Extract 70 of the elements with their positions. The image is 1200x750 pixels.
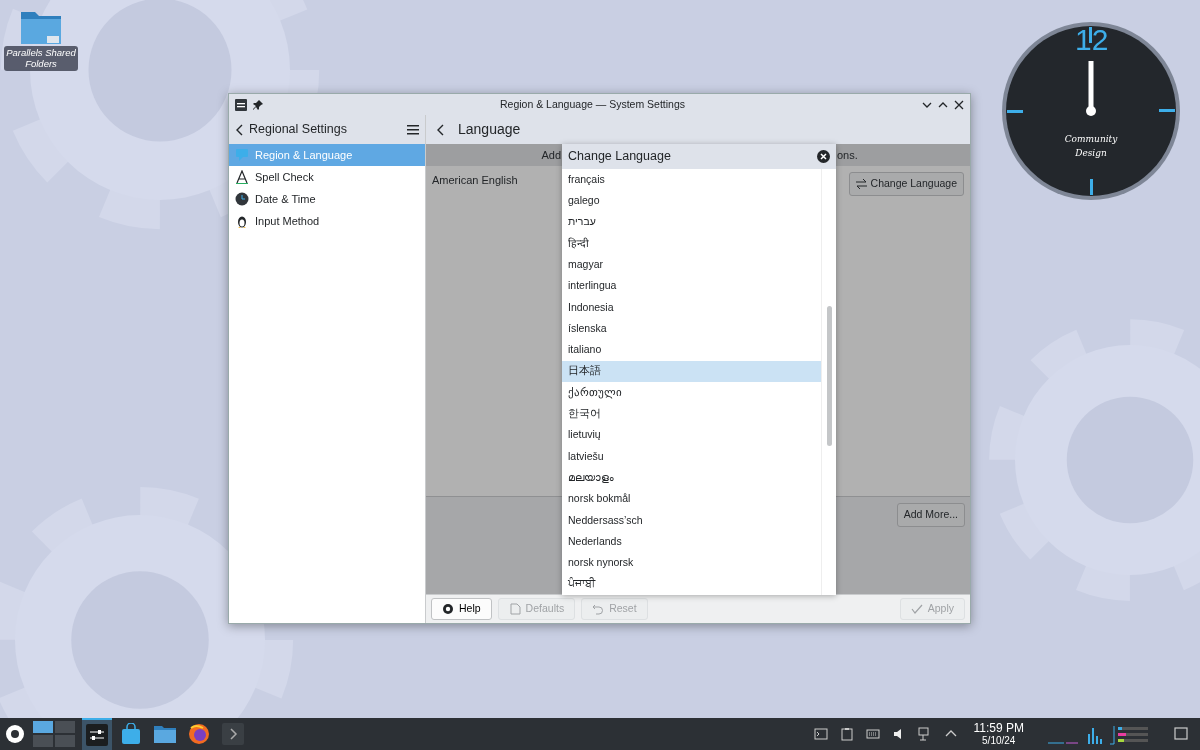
dialog-title: Change Language [568, 148, 671, 166]
swap-icon [855, 178, 867, 189]
language-option[interactable]: 한국어 [562, 403, 821, 425]
keyboard-icon[interactable] [865, 727, 880, 741]
clock-display[interactable]: 11:59 PM 5/10/24 [973, 721, 1024, 747]
close-icon[interactable] [817, 150, 830, 163]
undo-icon [592, 603, 605, 615]
language-option[interactable]: íslenska [562, 318, 821, 340]
taskbar-item[interactable] [82, 718, 112, 750]
terminal-icon[interactable] [813, 727, 828, 741]
clock-icon [235, 192, 249, 206]
language-option[interactable]: ქართული [562, 381, 821, 404]
sidebar-item[interactable]: Spell Check [229, 166, 425, 188]
globe-icon [188, 723, 210, 745]
language-option[interactable]: latviešu [562, 445, 821, 468]
time-text: 11:59 PM [973, 721, 1024, 736]
shopping-bag-icon [121, 723, 141, 745]
footer-button[interactable]: Help [431, 598, 492, 620]
start-menu-icon[interactable] [4, 723, 26, 745]
language-option[interactable]: മലയാളം [562, 467, 821, 489]
close-icon[interactable] [954, 99, 964, 110]
language-option[interactable]: interlingua [562, 275, 821, 297]
sidebar-item[interactable]: Input Method [229, 210, 425, 232]
app-icon[interactable] [235, 98, 247, 111]
sliders-icon [86, 724, 108, 746]
clock-face-icon [1001, 21, 1181, 201]
network-icon[interactable] [917, 727, 932, 741]
date-text: 5/10/24 [981, 735, 1017, 747]
back-icon[interactable] [235, 123, 243, 136]
folder-label[interactable]: Parallels Shared Folders [4, 46, 78, 71]
language-option[interactable]: עברית [562, 211, 821, 233]
change-language-button[interactable]: Change Language [848, 172, 964, 196]
penguin-icon [235, 214, 249, 228]
back-icon[interactable] [436, 123, 444, 136]
scrollbar-thumb[interactable] [827, 306, 832, 446]
language-option[interactable]: हिन्दी [562, 232, 821, 255]
language-option[interactable]: ਪੰਜਾਬੀ [562, 573, 821, 595]
clipboard-icon[interactable] [839, 727, 854, 741]
language-option[interactable]: 日本語 [562, 360, 821, 382]
language-label: American English [432, 173, 518, 188]
language-option[interactable]: galego [562, 190, 821, 212]
document-icon [508, 603, 521, 615]
page-title: Language [458, 120, 521, 139]
help-icon [442, 603, 454, 615]
menu-icon[interactable] [407, 124, 419, 135]
language-option[interactable]: Indonesia [562, 296, 821, 319]
window-title: Region & Language — System Settings [499, 96, 686, 112]
clock-numeral: 12 [1075, 25, 1109, 55]
sidebar-title: Regional Settings [249, 121, 348, 139]
check-icon [910, 603, 923, 615]
language-option[interactable]: magyar [562, 254, 821, 276]
language-option[interactable]: français [562, 169, 821, 191]
language-option[interactable]: Neddersass’sch [562, 509, 821, 532]
language-option[interactable]: norsk bokmål [562, 488, 821, 510]
show-desktop-icon[interactable] [1174, 727, 1188, 741]
chevron-icon [222, 723, 244, 745]
banner-text: ons. [837, 147, 858, 163]
letter-icon [235, 170, 249, 184]
banner-text: Add [540, 147, 561, 163]
chat-icon [235, 148, 249, 162]
language-option[interactable]: italiano [562, 339, 821, 361]
add-more-button[interactable]: Add More... [896, 503, 965, 527]
language-option[interactable]: norsk nynorsk [562, 552, 821, 574]
sidebar-item[interactable]: Date & Time [229, 188, 425, 210]
folder-icon [153, 724, 177, 744]
language-option[interactable]: Nederlands [562, 531, 821, 553]
pin-icon[interactable] [253, 99, 263, 110]
language-option[interactable]: lietuvių [562, 424, 821, 446]
pager-icon [32, 720, 76, 748]
clock-caption: Community Design [1063, 133, 1119, 160]
